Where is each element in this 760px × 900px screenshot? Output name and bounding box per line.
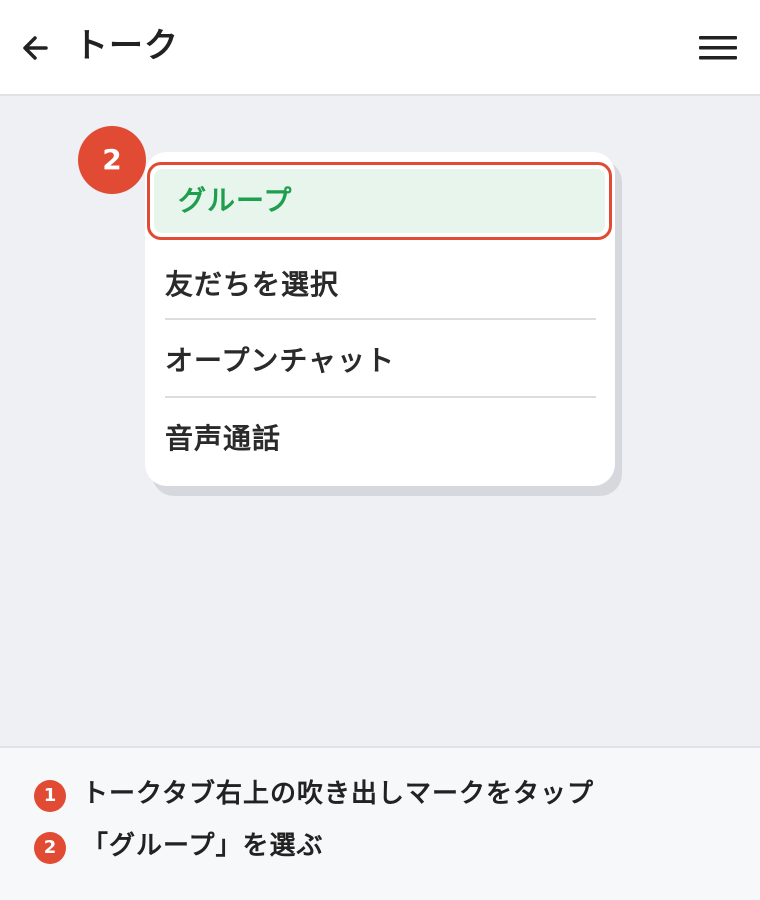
step-callout-badge: 2	[78, 126, 146, 194]
back-arrow-icon	[23, 36, 48, 60]
step-number-badge: 2	[34, 832, 66, 864]
hamburger-menu-icon	[699, 36, 737, 60]
menu-item-open-chat[interactable]: オープンチャット	[165, 336, 596, 386]
menu-item-group-label: グループ	[178, 184, 293, 217]
step-number-badge: 1	[34, 780, 66, 812]
menu-divider	[165, 318, 596, 320]
instructions-panel: 1 トークタブ右上の吹き出しマークをタップ 2 「グループ」を選ぶ	[0, 746, 760, 900]
hamburger-menu-button[interactable]	[696, 30, 740, 66]
menu-item-select-friends[interactable]: 友だちを選択	[165, 260, 596, 310]
instruction-text: トークタブ右上の吹き出しマークをタップ	[82, 779, 594, 809]
back-button[interactable]	[20, 28, 56, 68]
page-title: トーク	[74, 26, 179, 66]
menu-item-voice-call[interactable]: 音声通話	[165, 414, 596, 464]
instruction-text: 「グループ」を選ぶ	[82, 831, 324, 861]
menu-item-group[interactable]: グループ	[147, 162, 612, 240]
app-header: トーク	[0, 0, 760, 96]
menu-divider	[165, 396, 596, 398]
new-chat-dropdown-menu: グループ 友だちを選択 オープンチャット 音声通話	[145, 152, 615, 486]
